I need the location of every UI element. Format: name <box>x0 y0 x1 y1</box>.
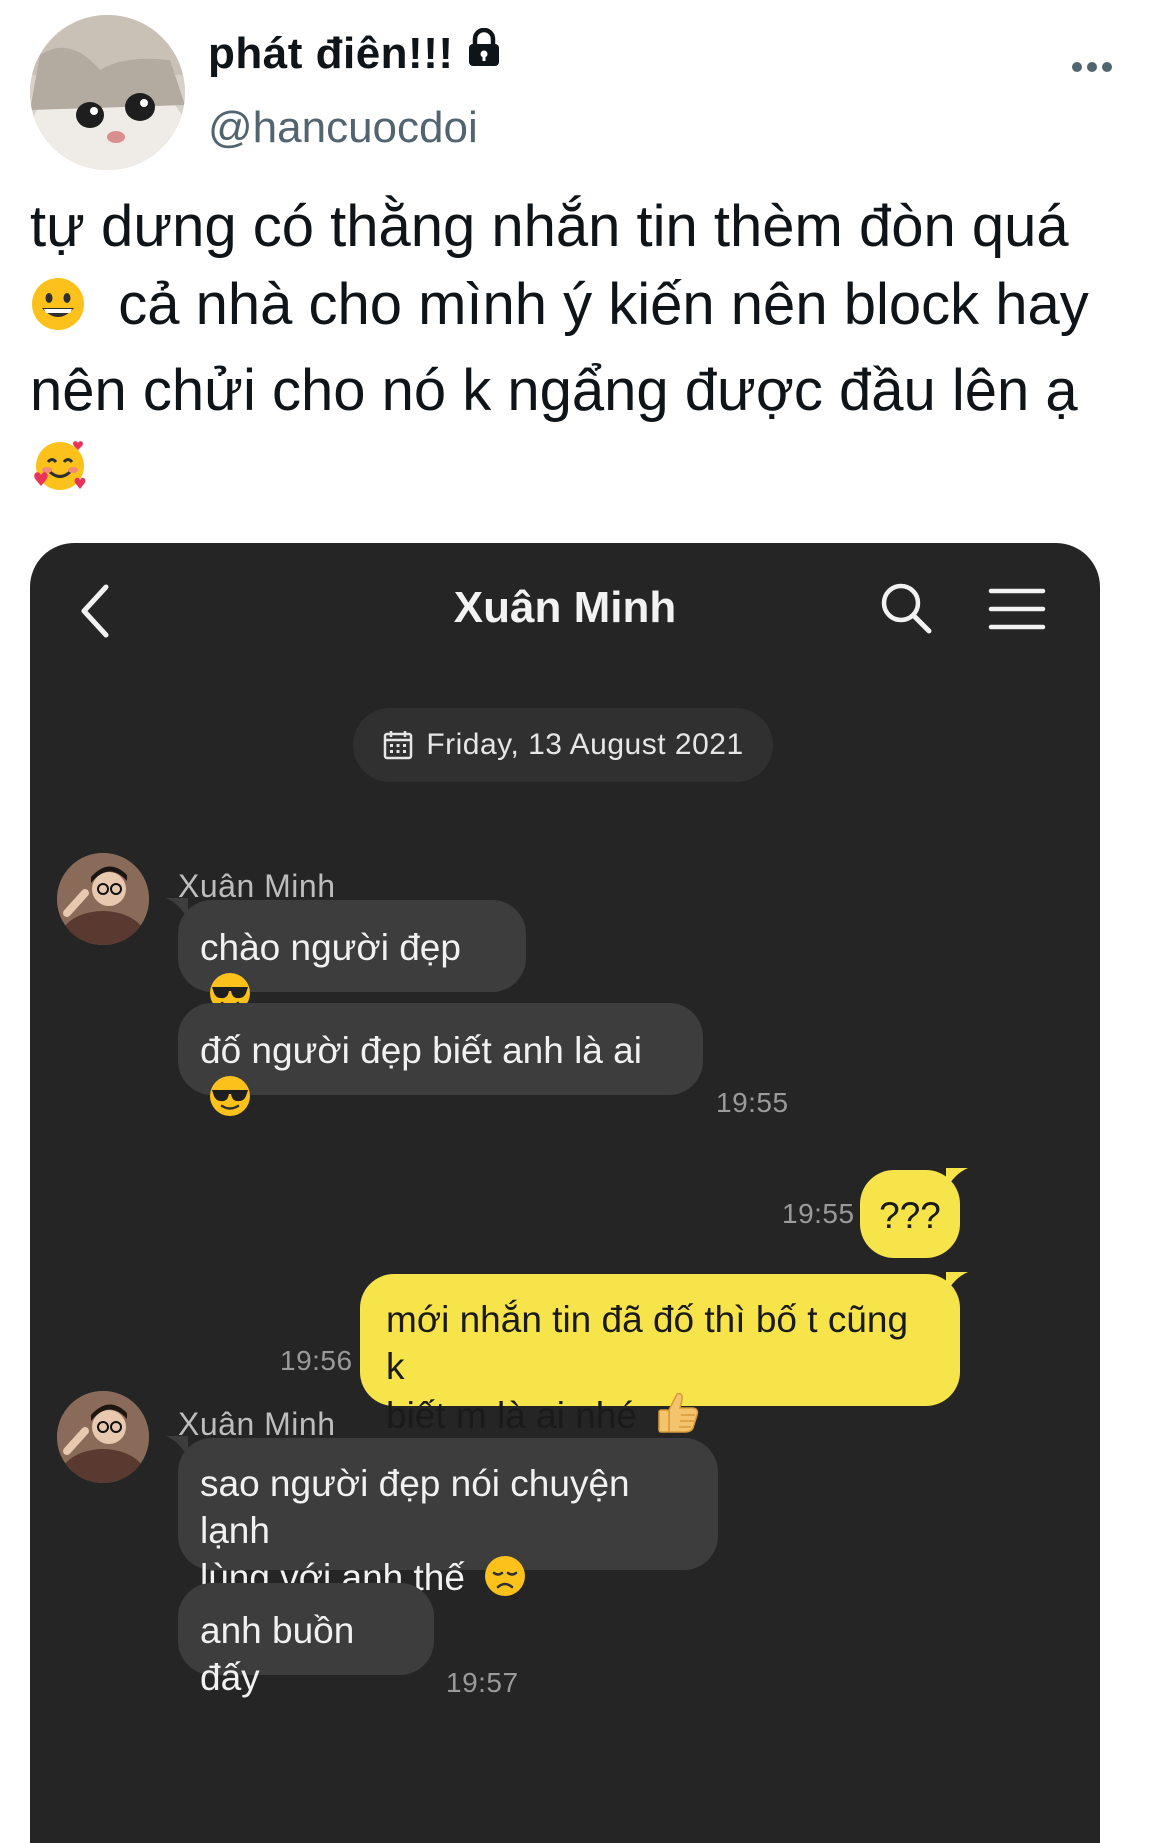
tweet-text-line-2: cả nhà cho mình ý kiến nên block hay <box>30 266 1155 352</box>
bubble-tail <box>946 1272 968 1294</box>
profile-avatar[interactable] <box>30 15 185 170</box>
user-handle[interactable]: @hancuocdoi <box>208 103 478 153</box>
display-name-text: phát điên!!! <box>208 28 454 78</box>
contact-avatar[interactable] <box>57 853 149 945</box>
chat-header: Xuân Minh <box>30 543 1100 673</box>
bubble-tail <box>946 1168 968 1190</box>
display-name[interactable]: phát điên!!! <box>208 27 502 79</box>
date-text: Friday, 13 August 2021 <box>426 728 744 761</box>
date-divider: Friday, 13 August 2021 <box>353 708 773 782</box>
tweet-text-line-1: tự dưng có thằng nhắn tin thèm đòn quá <box>30 194 1069 259</box>
tweet-text-line-4 <box>30 430 1155 516</box>
incoming-message-bubble[interactable]: đố người đẹp biết anh là ai <box>178 1003 703 1116</box>
message-text: ??? <box>879 1195 941 1236</box>
grinning-face-emoji-icon <box>30 274 86 352</box>
incoming-message-bubble[interactable]: anh buồn đấy <box>178 1583 434 1698</box>
tweet-text-line-3: nên chửi cho nó k ngẩng được đầu lên ạ <box>30 358 1078 423</box>
lock-icon <box>466 27 502 79</box>
message-text: chào người đẹp <box>200 927 461 968</box>
message-text: đố người đẹp biết anh là ai <box>200 1030 642 1071</box>
cat-avatar-image <box>30 15 185 170</box>
tweet-text: tự dưng có thằng nhắn tin thèm đòn quá c… <box>30 188 1155 516</box>
message-timestamp: 19:57 <box>446 1667 519 1698</box>
message-text-line-1: mới nhắn tin đã đố thì bố t cũng k <box>386 1299 909 1387</box>
more-options-icon[interactable] <box>1068 52 1116 82</box>
smiling-face-with-hearts-emoji-icon <box>30 436 90 516</box>
message-timestamp: 19:55 <box>782 1198 855 1229</box>
calendar-icon <box>382 729 414 761</box>
contact-avatar[interactable] <box>57 1391 149 1483</box>
incoming-message-bubble[interactable]: chào người đẹp <box>178 900 526 1013</box>
search-icon[interactable] <box>878 580 934 636</box>
chat-title: Xuân Minh <box>453 583 677 632</box>
sunglasses-emoji-icon <box>208 1074 252 1129</box>
message-text: anh buồn đấy <box>200 1610 355 1698</box>
message-text-line-1: sao người đẹp nói chuyện lạnh <box>200 1463 630 1551</box>
chat-screenshot: Xuân Minh Friday, 13 August 2021 Xuân Mi… <box>30 543 1100 1843</box>
outgoing-message-bubble[interactable]: mới nhắn tin đã đố thì bố t cũng k biết … <box>360 1274 960 1436</box>
message-timestamp: 19:55 <box>716 1087 789 1118</box>
message-timestamp: 19:56 <box>280 1345 353 1376</box>
tweet-text-line-2-text: cả nhà cho mình ý kiến nên block hay <box>118 272 1089 337</box>
message-text-line-2-text: biết m là ai nhé <box>386 1395 637 1436</box>
incoming-message-bubble[interactable]: sao người đẹp nói chuyện lạnh lùng với a… <box>178 1438 718 1598</box>
disappointed-face-emoji-icon <box>483 1554 527 1609</box>
outgoing-message-bubble[interactable]: ??? <box>860 1170 960 1258</box>
menu-icon[interactable] <box>988 585 1046 633</box>
